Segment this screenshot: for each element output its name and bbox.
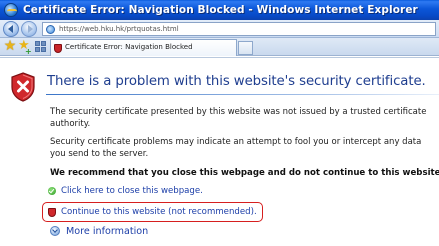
more-information-toggle[interactable]: More information bbox=[50, 224, 148, 238]
address-url: https://web.hku.hk/prtquotas.html bbox=[59, 25, 179, 33]
favorites-star-icon[interactable]: ★ bbox=[3, 39, 17, 53]
ie-window: Certificate Error: Navigation Blocked - … bbox=[0, 0, 439, 246]
red-shield-x-icon bbox=[11, 72, 35, 102]
explanation-paragraph: The security certificate presented by th… bbox=[50, 107, 427, 129]
quick-tabs-icon[interactable] bbox=[35, 41, 46, 52]
new-tab-button[interactable] bbox=[238, 41, 253, 55]
red-shield-icon bbox=[48, 207, 56, 217]
more-information-label[interactable]: More information bbox=[66, 226, 148, 237]
tab-label: Certificate Error: Navigation Blocked bbox=[65, 43, 193, 51]
continue-option: Continue to this website (not recommende… bbox=[48, 206, 257, 218]
back-arrow-icon bbox=[8, 25, 13, 33]
forward-arrow-icon bbox=[28, 25, 33, 33]
chevron-down-icon[interactable] bbox=[50, 226, 60, 236]
close-webpage-link[interactable]: Click here to close this webpage. bbox=[61, 186, 203, 196]
green-check-icon bbox=[48, 187, 56, 195]
title-divider bbox=[46, 94, 439, 95]
ie-logo-icon bbox=[4, 3, 18, 17]
title-bar: Certificate Error: Navigation Blocked - … bbox=[0, 0, 439, 20]
address-input[interactable]: https://web.hku.hk/prtquotas.html bbox=[42, 22, 436, 36]
back-button[interactable] bbox=[3, 21, 19, 37]
page-icon bbox=[46, 25, 55, 34]
red-shield-icon bbox=[54, 44, 62, 53]
forward-button[interactable] bbox=[21, 21, 37, 37]
tab-certificate-error[interactable]: Certificate Error: Navigation Blocked bbox=[50, 39, 237, 56]
error-page: There is a problem with this website's s… bbox=[0, 57, 439, 246]
warning-paragraph: Security certificate problems may indica… bbox=[50, 137, 422, 159]
continue-to-website-link[interactable]: Continue to this website (not recommende… bbox=[61, 207, 257, 217]
close-page-option: Click here to close this webpage. bbox=[48, 185, 203, 197]
tab-row: ★ ★ + Certificate Error: Navigation Block… bbox=[0, 38, 439, 56]
page-title: There is a problem with this website's s… bbox=[47, 74, 426, 89]
address-toolbar: https://web.hku.hk/prtquotas.html bbox=[0, 20, 439, 38]
window-title: Certificate Error: Navigation Blocked - … bbox=[23, 4, 418, 16]
add-to-favorites-icon[interactable]: ★ + bbox=[18, 39, 32, 57]
recommendation-text: We recommend that you close this webpage… bbox=[50, 168, 439, 178]
